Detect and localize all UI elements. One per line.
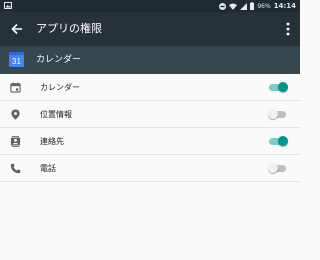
location-icon <box>11 109 20 120</box>
app-toolbar: アプリの権限 <box>0 12 300 46</box>
clock: 14:14 <box>273 2 296 10</box>
page-title: アプリの権限 <box>36 22 102 35</box>
location-permission-toggle[interactable] <box>268 109 288 120</box>
more-vertical-icon[interactable] <box>286 22 290 36</box>
calendar-permission-toggle[interactable] <box>268 82 288 93</box>
image-notification-icon <box>4 2 12 9</box>
permission-label: 電話 <box>40 164 56 173</box>
permission-label: 連絡先 <box>40 137 64 146</box>
signal-icon <box>240 2 248 10</box>
permission-label: カレンダー <box>40 83 80 92</box>
app-name: カレンダー <box>36 55 82 65</box>
toggle-thumb <box>278 136 288 146</box>
toggle-thumb <box>268 163 278 173</box>
permission-row-calendar[interactable]: カレンダー <box>0 74 300 101</box>
contacts-permission-toggle[interactable] <box>268 136 288 147</box>
permission-row-phone[interactable]: 電話 <box>0 155 300 182</box>
toggle-thumb <box>268 109 278 119</box>
contacts-icon <box>10 136 21 147</box>
calendar-app-icon: 31 <box>9 52 24 67</box>
app-header: 31 カレンダー <box>0 46 300 74</box>
phone-icon <box>10 163 21 174</box>
phone-permission-toggle[interactable] <box>268 163 288 174</box>
permission-label: 位置情報 <box>40 110 72 119</box>
toggle-thumb <box>278 82 288 92</box>
permission-row-contacts[interactable]: 連絡先 <box>0 128 300 155</box>
battery-percent: 96% <box>257 2 271 10</box>
do-not-disturb-icon <box>219 2 227 10</box>
battery-icon <box>250 2 255 10</box>
app-icon-text: 31 <box>12 57 21 66</box>
permission-list: カレンダー 位置情報 連絡先 電話 <box>0 74 300 182</box>
wifi-icon <box>229 3 238 10</box>
permission-row-location[interactable]: 位置情報 <box>0 101 300 128</box>
arrow-back-icon[interactable] <box>9 21 25 37</box>
calendar-icon <box>10 82 21 93</box>
status-bar: 96% 14:14 <box>0 0 300 12</box>
